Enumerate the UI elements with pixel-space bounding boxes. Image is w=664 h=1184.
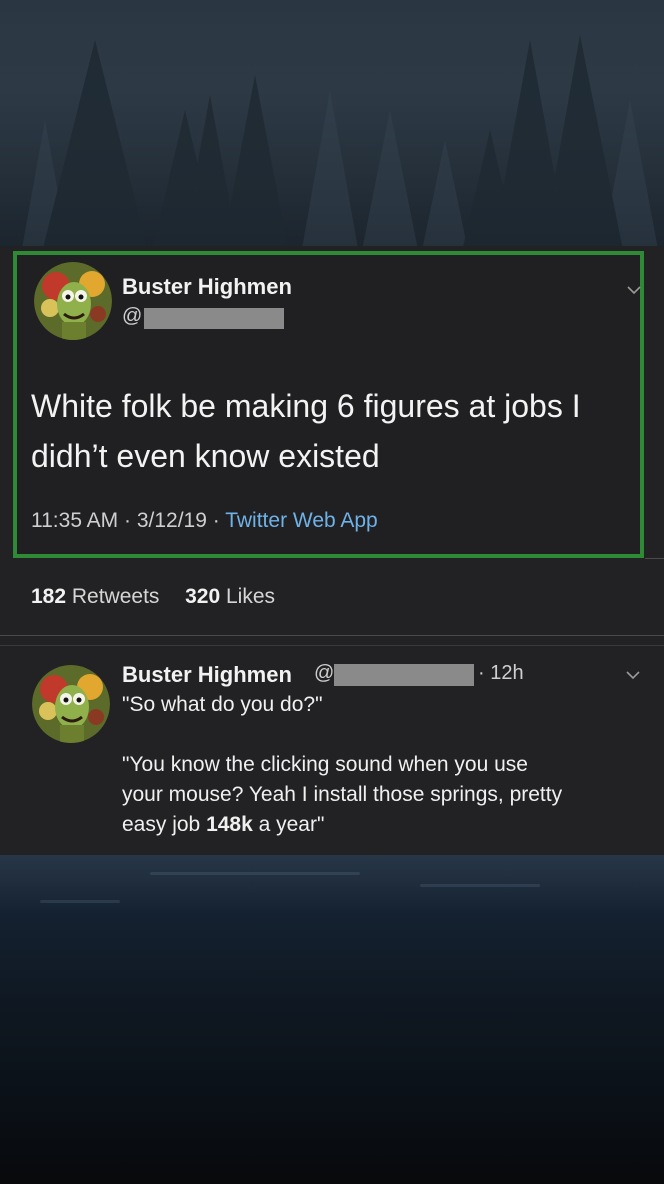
cartoon-avatar-icon	[32, 665, 110, 743]
tweet-body: White folk be making 6 figures at jobs I…	[31, 381, 631, 481]
divider	[0, 635, 664, 636]
water-reflection	[0, 855, 664, 915]
reply-text-bold: 148k	[206, 813, 253, 836]
retweets-count: 182	[31, 585, 67, 608]
tweet-stats: 182 Retweets 320 Likes	[31, 585, 275, 609]
retweets-stat[interactable]: 182 Retweets	[31, 585, 159, 608]
reply-body-line: easy job 148k a year"	[122, 810, 642, 840]
retweets-label: Retweets	[66, 585, 160, 608]
divider	[645, 558, 664, 559]
tweet-date: 3/12/19	[136, 509, 207, 532]
reply-body-line: "You know the clicking sound when you us…	[122, 753, 528, 776]
reply-text-segment: a year"	[252, 813, 325, 836]
likes-label: Likes	[220, 585, 276, 608]
reply-text-segment: easy job	[122, 813, 207, 836]
chevron-down-icon[interactable]	[627, 283, 641, 297]
author-handle[interactable]: @	[122, 305, 142, 328]
reply-body-line: your mouse? Yeah I install those springs…	[122, 783, 563, 806]
tweet-body-line: White folk be making 6 figures at jobs I	[31, 388, 581, 424]
water-ripple	[40, 900, 120, 903]
water-ripple	[150, 872, 360, 875]
avatar[interactable]	[34, 262, 112, 340]
redacted-handle	[144, 308, 284, 329]
meta-separator: ·	[118, 509, 137, 532]
likes-stat[interactable]: 320 Likes	[185, 585, 275, 608]
focused-tweet-card[interactable]: Buster Highmen @ White folk be making 6 …	[13, 251, 644, 558]
meta-separator: ·	[206, 509, 226, 532]
tweet-client-link[interactable]: Twitter Web App	[225, 509, 378, 532]
avatar[interactable]	[32, 665, 110, 743]
reply-time-ago: · 12h	[478, 662, 524, 684]
reply-author-handle[interactable]: @	[314, 662, 334, 685]
author-name[interactable]: Buster Highmen	[122, 274, 292, 300]
divider	[0, 645, 664, 646]
forest-silhouette	[0, 0, 664, 260]
redacted-handle	[334, 664, 474, 686]
tweet-body-line: didh’t even know existed	[31, 438, 380, 474]
water-ripple	[420, 884, 540, 887]
cartoon-avatar-icon	[34, 262, 112, 340]
likes-count: 320	[185, 585, 221, 608]
reply-author-name[interactable]: Buster Highmen	[122, 662, 292, 688]
reply-body-line: "So what do you do?"	[122, 693, 323, 716]
tweet-time: 11:35 AM	[31, 509, 119, 532]
tweet-meta: 11:35 AM · 3/12/19 · Twitter Web App	[31, 509, 378, 533]
chevron-down-icon[interactable]	[626, 668, 640, 682]
